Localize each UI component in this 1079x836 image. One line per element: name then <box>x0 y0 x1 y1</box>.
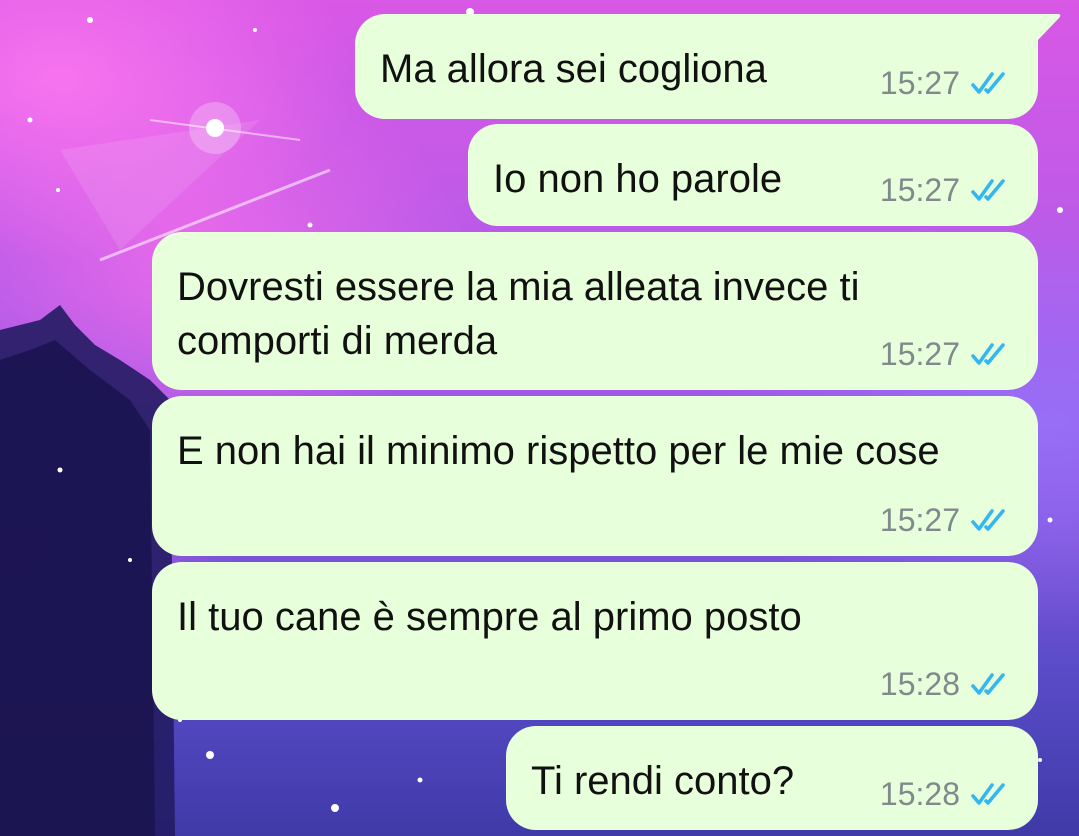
double-check-read-icon <box>971 783 1005 805</box>
message-time: 15:27 <box>879 172 960 208</box>
message-bubble[interactable]: Ma allora sei cogliona 15:27 <box>355 14 1038 119</box>
message-bubble[interactable]: Ti rendi conto? 15:28 <box>506 726 1038 830</box>
message-meta: 15:28 <box>880 776 1016 812</box>
message-time: 15:27 <box>879 502 960 538</box>
double-check-read-icon <box>971 72 1005 94</box>
double-check-read-icon <box>971 673 1005 695</box>
double-check-read-icon <box>971 509 1005 531</box>
message-bubble[interactable]: E non hai il minimo rispetto per le mie … <box>152 396 1038 556</box>
message-text: E non hai il minimo rispetto per le mie … <box>177 429 940 473</box>
message-time: 15:27 <box>879 65 960 101</box>
message-meta: 15:28 <box>880 666 1016 702</box>
message-bubble[interactable]: Il tuo cane è sempre al primo posto 15:2… <box>152 562 1038 720</box>
double-check-read-icon <box>971 343 1005 365</box>
message-time: 15:28 <box>879 666 960 702</box>
message-meta: 15:27 <box>880 65 1016 101</box>
message-time: 15:28 <box>879 776 960 812</box>
message-text: Il tuo cane è sempre al primo posto <box>177 595 802 639</box>
message-meta: 15:27 <box>880 172 1016 208</box>
message-bubble[interactable]: Dovresti essere la mia alleata invece ti… <box>152 232 1038 390</box>
message-time: 15:27 <box>879 336 960 372</box>
bubble-tail <box>1032 14 1061 40</box>
message-meta: 15:27 <box>880 336 1016 372</box>
double-check-read-icon <box>971 179 1005 201</box>
message-bubble[interactable]: Io non ho parole 15:27 <box>468 124 1038 226</box>
message-meta: 15:27 <box>880 502 1016 538</box>
